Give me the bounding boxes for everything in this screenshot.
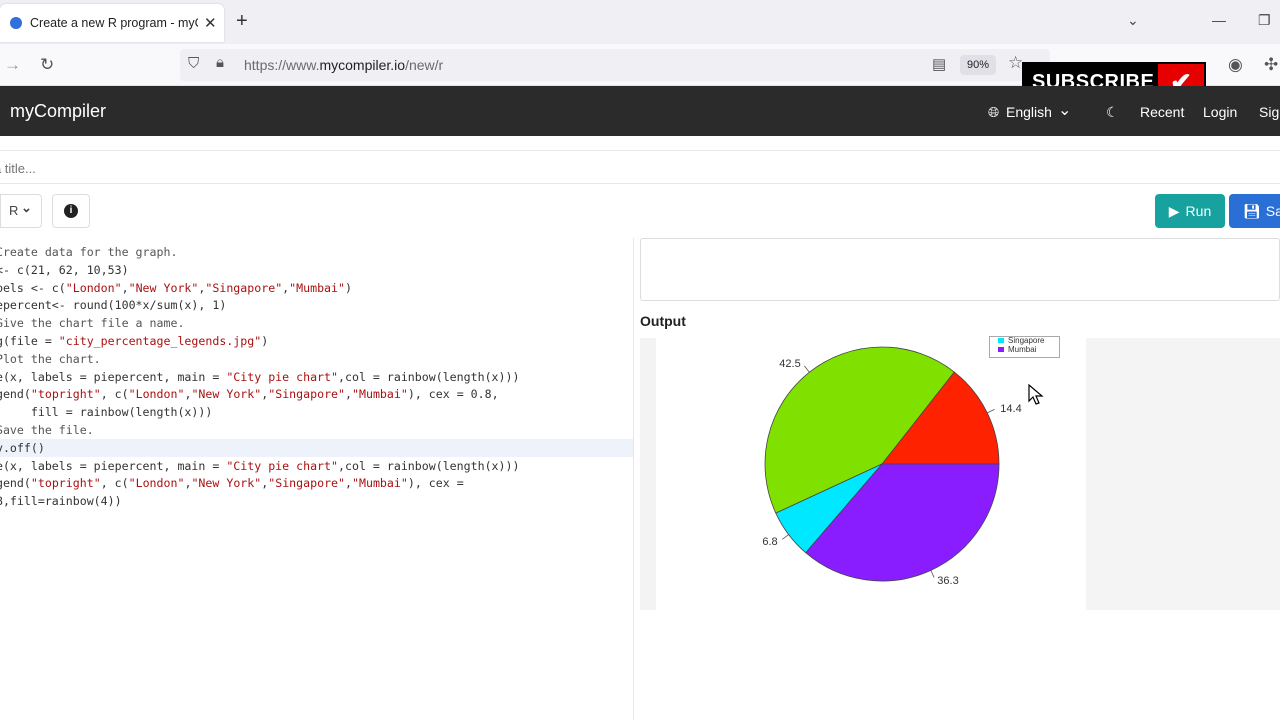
save-icon: 💾︎ — [1243, 202, 1261, 219]
output-plot — [640, 338, 1086, 610]
brand-logo[interactable]: myCompiler — [10, 101, 106, 122]
save-button[interactable]: 💾︎ Sa — [1229, 194, 1280, 228]
new-tab-button[interactable]: + — [236, 10, 248, 33]
legend-label: Singapore — [1008, 336, 1045, 345]
plot-edge — [640, 338, 656, 610]
lock-icon[interactable]: 🔒︎ — [216, 54, 224, 71]
play-icon: ▶ — [1168, 202, 1180, 219]
nav-login[interactable]: Login — [1203, 104, 1237, 120]
url-text[interactable]: https://www.mycompiler.io/new/r — [244, 57, 443, 73]
code-line[interactable]: dev.off() — [0, 438, 633, 457]
legend-swatch — [998, 347, 1004, 352]
language-select[interactable]: R ⌄ — [0, 194, 42, 228]
nav-recent[interactable]: Recent — [1140, 104, 1184, 120]
forward-icon[interactable]: → — [4, 55, 21, 75]
code-line[interactable]: pie(x, labels = piepercent, main = "City… — [0, 457, 519, 475]
chart-legend: Singapore Mumbai — [989, 336, 1060, 358]
code-line[interactable]: # Give the chart file a name. — [0, 314, 184, 332]
code-line[interactable]: x <- c(21, 62, 10,53) — [0, 261, 129, 279]
extensions-icon[interactable]: ✣ — [1264, 55, 1278, 75]
program-title-input[interactable] — [0, 157, 586, 179]
close-tab-icon[interactable]: ✕ — [204, 14, 217, 32]
info-button[interactable]: i — [52, 194, 90, 228]
browser-tab[interactable]: Create a new R program - myCompiler ✕ — [0, 4, 224, 42]
code-editor[interactable]: # Create data for the graph.x <- c(21, 6… — [0, 238, 634, 720]
app-header: myCompiler 🌐︎ English ⌄ ☾ Recent Login S… — [0, 86, 1280, 136]
output-blank-area — [1086, 338, 1280, 610]
address-bar[interactable]: ⛉ 🔒︎ https://www.mycompiler.io/new/r ▤ 9… — [180, 49, 1050, 81]
chevron-down-icon[interactable]: ⌄ — [1058, 100, 1071, 120]
title-row — [0, 150, 1280, 184]
mouse-cursor-icon — [1028, 384, 1044, 405]
code-line[interactable]: legend("topright", c("London","New York"… — [0, 385, 499, 403]
zoom-level[interactable]: 90% — [960, 55, 996, 75]
legend-item: Mumbai — [998, 345, 1036, 354]
run-label: Run — [1185, 203, 1212, 219]
dark-mode-toggle-icon[interactable]: ☾ — [1106, 104, 1119, 121]
shield-icon[interactable]: ⛉ — [188, 55, 199, 72]
code-line[interactable]: legend("topright", c("London","New York"… — [0, 474, 464, 492]
run-button[interactable]: ▶ Run — [1155, 194, 1225, 228]
language-value: R — [9, 203, 19, 218]
code-line[interactable]: labels <- c("London","New York","Singapo… — [0, 279, 352, 297]
legend-swatch — [998, 338, 1004, 343]
reader-view-icon[interactable]: ▤ — [932, 55, 946, 73]
legend-item: Singapore — [998, 336, 1044, 345]
code-line[interactable]: # Save the file. — [0, 421, 94, 439]
code-line[interactable]: piepercent<- round(100*x/sum(x), 1) — [0, 296, 226, 314]
code-line[interactable]: # Plot the chart. — [0, 350, 101, 368]
tab-title: Create a new R program - myCompiler — [30, 16, 198, 30]
code-line[interactable]: # Create data for the graph. — [0, 243, 177, 261]
browser-tab-bar: Create a new R program - myCompiler ✕ + … — [0, 0, 1280, 44]
mycompiler-favicon-icon — [10, 17, 22, 29]
nav-signup[interactable]: Sig — [1259, 104, 1279, 120]
stdin-input[interactable] — [640, 238, 1280, 301]
code-line[interactable]: png(file = "city_percentage_legends.jpg"… — [0, 332, 268, 350]
chevron-down-icon: ⌄ — [21, 200, 32, 215]
account-icon[interactable]: ◉ — [1228, 55, 1243, 75]
output-label: Output — [640, 313, 686, 329]
code-line[interactable]: 0.8,fill=rainbow(4)) — [0, 492, 122, 510]
globe-icon: 🌐︎ — [988, 104, 1000, 120]
save-label: Sa — [1265, 203, 1280, 219]
code-line[interactable]: pie(x, labels = piepercent, main = "City… — [0, 368, 519, 386]
minimize-icon[interactable]: — — [1212, 12, 1226, 28]
legend-label: Mumbai — [1008, 345, 1037, 354]
chevron-down-icon[interactable]: ⌄ — [1127, 12, 1139, 29]
language-menu[interactable]: English — [1006, 104, 1052, 120]
restore-icon[interactable]: ❐ — [1258, 12, 1271, 29]
info-icon: i — [64, 204, 78, 218]
reload-icon[interactable]: ↻ — [40, 55, 54, 75]
bookmark-star-icon[interactable]: ☆ — [1008, 53, 1023, 73]
code-line[interactable]: fill = rainbow(length(x))) — [0, 403, 212, 421]
